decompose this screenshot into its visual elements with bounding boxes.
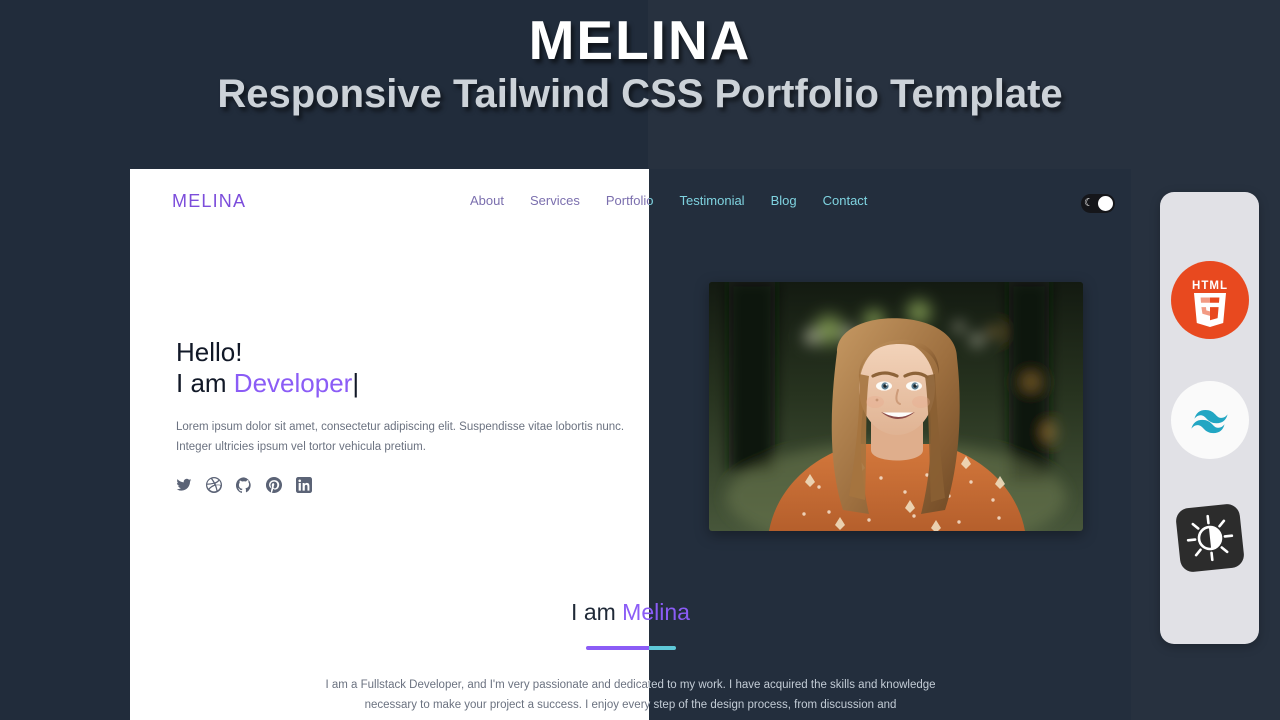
dribbble-icon[interactable] — [206, 476, 222, 493]
github-icon[interactable] — [236, 477, 252, 493]
moon-icon-dark: ☾ — [1084, 197, 1094, 209]
nav-item-portfolio[interactable]: Portfolio — [606, 193, 654, 208]
nav-item-contact-dark[interactable]: Contact — [823, 193, 868, 208]
theme-toggle-switch-dark[interactable]: ☾ — [1081, 194, 1115, 213]
html5-badge[interactable]: HTML — [1170, 260, 1250, 340]
promo-title: MELINA — [528, 9, 752, 71]
nav-item-blog-dark[interactable]: Blog — [771, 193, 797, 208]
twitter-icon[interactable] — [176, 477, 192, 493]
tech-stack-rail: HTML — [1160, 192, 1259, 644]
nav-item-about[interactable]: About — [470, 193, 504, 208]
promo-banner: MELINA Responsive Tailwind CSS Portfolio… — [0, 0, 1280, 160]
linkedin-icon[interactable] — [296, 476, 312, 493]
nav-item-testimonial-dark[interactable]: Testimonial — [680, 193, 745, 208]
hero-typed-line: I am Developer| — [176, 368, 646, 399]
about-heading-prefix: I am — [571, 599, 623, 625]
portrait-photo-dark — [709, 282, 1083, 531]
typing-caret: | — [352, 367, 360, 398]
social-links-light — [176, 476, 646, 493]
hero-copy-light: Hello! I am Developer| Lorem ipsum dolor… — [176, 337, 646, 493]
hero-portrait-image-dark — [709, 282, 1083, 531]
website-preview-panel: MELINA About Services Portfolio Testimon… — [130, 169, 1131, 720]
site-logo[interactable]: MELINA — [172, 191, 246, 212]
hero-paragraph: Lorem ipsum dolor sit amet, consectetur … — [176, 421, 625, 453]
promo-subtitle: Responsive Tailwind CSS Portfolio Templa… — [217, 71, 1063, 116]
darkmode-badge[interactable] — [1168, 496, 1252, 580]
nav-item-services[interactable]: Services — [530, 193, 580, 208]
tailwindcss-badge[interactable] — [1170, 380, 1250, 460]
svg-text:HTML: HTML — [1192, 280, 1228, 292]
pinterest-icon[interactable] — [266, 476, 282, 493]
hero-typed-word: Developer — [233, 367, 353, 398]
toggle-knob-dark — [1098, 196, 1113, 211]
hero-line-prefix: I am — [176, 367, 234, 398]
hero-greeting: Hello! — [176, 337, 243, 367]
